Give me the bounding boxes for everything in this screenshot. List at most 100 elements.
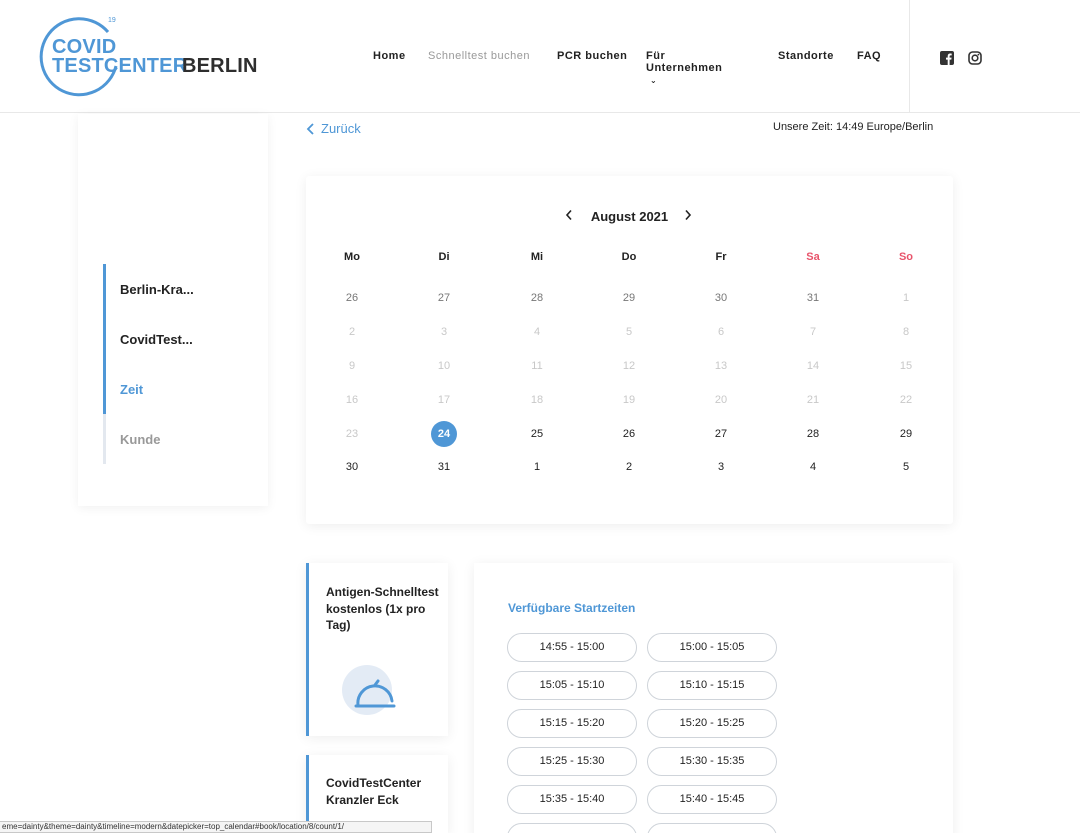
calendar-day: 12 [622, 360, 636, 372]
calendar-day[interactable]: 3 [708, 454, 734, 480]
calendar-day: 16 [345, 394, 359, 406]
step-label: CovidTest... [120, 331, 193, 347]
time-slot-button[interactable]: 15:20 - 15:25 [647, 709, 777, 738]
calendar-day[interactable]: 2 [616, 454, 642, 480]
calendar-day: 2 [348, 326, 356, 338]
chevron-left-icon [306, 122, 314, 135]
nav-fuer-unternehmen-label: Für Unternehmen [646, 50, 723, 74]
calendar-day[interactable]: 26 [616, 421, 642, 447]
weekday-header: Mi [530, 251, 544, 263]
calendar-day: 18 [530, 394, 544, 406]
calendar-day: 26 [345, 292, 359, 304]
nav-pcr-buchen[interactable]: PCR buchen [557, 50, 627, 62]
instagram-icon[interactable] [968, 51, 982, 70]
time-slot-button[interactable]: 15:30 - 15:35 [647, 747, 777, 776]
step-label: Berlin-Kra... [120, 281, 194, 297]
site-logo[interactable]: 19 COVID TESTCENTER BERLIN [38, 14, 268, 98]
step-location[interactable]: Berlin-Kra... [103, 264, 263, 314]
time-slot-button[interactable]: 15:15 - 15:20 [507, 709, 637, 738]
calendar-day: 1 [902, 292, 910, 304]
facebook-icon[interactable] [940, 51, 954, 70]
logo-superscript: 19 [108, 17, 116, 24]
nav-home[interactable]: Home [373, 50, 406, 62]
calendar-day: 31 [806, 292, 820, 304]
food-cover-icon [342, 665, 396, 715]
step-indicator [103, 364, 106, 414]
step-label: Kunde [120, 431, 161, 447]
service-title: Antigen-Schnelltest kostenlos (1x pro Ta… [326, 585, 439, 632]
selected-service-card[interactable]: Antigen-Schnelltest kostenlos (1x pro Ta… [306, 563, 448, 736]
time-slot-button[interactable]: 14:55 - 15:00 [507, 633, 637, 662]
chevron-down-icon: ⌄ [650, 76, 658, 85]
nav-standorte[interactable]: Standorte [778, 50, 834, 62]
step-indicator [103, 264, 106, 314]
location-title: CovidTestCenter Kranzler Eck [326, 776, 422, 807]
time-slot-button[interactable]: 15:25 - 15:30 [507, 747, 637, 776]
calendar-month-label: August 2021 [590, 209, 669, 224]
chevron-right-icon [685, 209, 692, 221]
calendar-day: 10 [437, 360, 451, 372]
calendar-day[interactable]: 5 [893, 454, 919, 480]
calendar-day: 9 [348, 360, 356, 372]
calendar-day: 6 [717, 326, 725, 338]
time-slot-button[interactable] [507, 823, 637, 833]
timezone-info: Unsere Zeit: 14:49 Europe/Berlin [773, 121, 934, 133]
calendar-day[interactable]: 28 [800, 421, 826, 447]
time-slot-button[interactable]: 15:10 - 15:15 [647, 671, 777, 700]
weekday-header: Mo [344, 251, 360, 263]
time-slot-button[interactable] [647, 823, 777, 833]
weekday-header: Do [621, 251, 637, 263]
nav-fuer-unternehmen[interactable]: Für Unternehmen ⌄ [646, 50, 722, 86]
booking-steps-sidebar: Berlin-Kra... CovidTest... Zeit Kunde [78, 114, 268, 506]
calendar-day: 13 [714, 360, 728, 372]
step-time[interactable]: Zeit [103, 364, 263, 414]
time-slot-button[interactable]: 15:00 - 15:05 [647, 633, 777, 662]
next-month-button[interactable] [684, 209, 692, 224]
header-divider [909, 0, 910, 113]
weekday-header: Sa [806, 251, 820, 263]
step-indicator [103, 314, 106, 364]
calendar-day[interactable]: 25 [524, 421, 550, 447]
date-picker-calendar: August 2021 Mo Di Mi Do Fr Sa So 26 27 28 29 30 31 1 2… [306, 176, 953, 524]
nav-faq[interactable]: FAQ [857, 50, 881, 62]
calendar-day-selected[interactable]: 24 [431, 421, 457, 447]
step-service[interactable]: CovidTest... [103, 314, 263, 364]
calendar-day: 22 [899, 394, 913, 406]
calendar-day[interactable]: 30 [339, 454, 365, 480]
logo-text-testcenter: TESTCENTER [52, 55, 188, 77]
calendar-day: 3 [440, 326, 448, 338]
available-times-title: Verfügbare Startzeiten [508, 601, 636, 615]
step-customer[interactable]: Kunde [103, 414, 263, 464]
calendar-day: 7 [809, 326, 817, 338]
back-button[interactable]: Zurück [306, 121, 361, 136]
nav-schnelltest-buchen[interactable]: Schnelltest buchen [428, 50, 530, 62]
calendar-day[interactable]: 31 [431, 454, 457, 480]
calendar-day[interactable]: 29 [893, 421, 919, 447]
calendar-day[interactable]: 27 [708, 421, 734, 447]
calendar-day: 11 [531, 360, 543, 372]
calendar-day: 30 [714, 292, 728, 304]
site-header: 19 COVID TESTCENTER BERLIN Home Schnellt… [0, 0, 1080, 113]
back-label: Zurück [321, 121, 361, 136]
logo-text-berlin: BERLIN [182, 55, 258, 77]
calendar-day[interactable]: 1 [524, 454, 550, 480]
calendar-day[interactable]: 4 [800, 454, 826, 480]
time-slot-button[interactable]: 15:35 - 15:40 [507, 785, 637, 814]
step-indicator [103, 414, 106, 464]
calendar-day: 28 [530, 292, 544, 304]
calendar-day: 20 [714, 394, 728, 406]
calendar-day: 19 [622, 394, 636, 406]
available-times-card: Verfügbare Startzeiten 14:55 - 15:00 15:0… [474, 563, 953, 833]
calendar-day: 4 [533, 326, 541, 338]
browser-status-url: eme=dainty&theme=dainty&timeline=modern&… [0, 821, 432, 833]
calendar-day: 14 [806, 360, 820, 372]
time-slot-button[interactable]: 15:05 - 15:10 [507, 671, 637, 700]
calendar-day: 29 [622, 292, 636, 304]
calendar-day: 15 [899, 360, 913, 372]
time-slot-button[interactable]: 15:40 - 15:45 [647, 785, 777, 814]
calendar-day: 27 [437, 292, 451, 304]
calendar-day: 17 [437, 394, 451, 406]
weekday-header: Fr [715, 251, 727, 263]
weekday-header: So [898, 251, 914, 263]
calendar-day: 23 [345, 428, 359, 440]
